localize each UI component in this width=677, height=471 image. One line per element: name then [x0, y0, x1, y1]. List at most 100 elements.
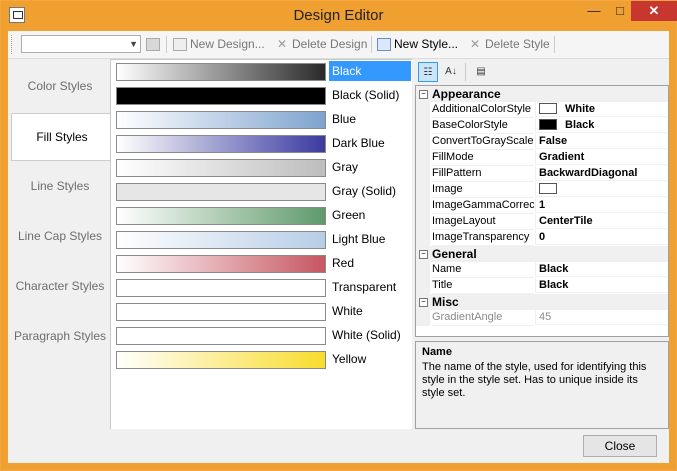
- close-window-button[interactable]: ✕: [631, 1, 677, 21]
- delete-design-button[interactable]: ✕ Delete Design: [275, 35, 367, 54]
- grid-margin: [416, 230, 430, 246]
- property-value[interactable]: Black: [535, 118, 668, 133]
- list-item[interactable]: White (Solid): [111, 324, 411, 348]
- fill-swatch: [116, 111, 326, 129]
- fill-styles-list[interactable]: Black Black (Solid) Blue Dark Blue Gray Gray …: [110, 59, 412, 431]
- new-design-button[interactable]: New Design...: [173, 35, 265, 54]
- property-value[interactable]: False: [535, 134, 668, 149]
- toolbar-separator: [465, 63, 466, 81]
- property-value[interactable]: Gradient: [535, 150, 668, 165]
- fill-style-name: Dark Blue: [332, 136, 385, 150]
- list-item[interactable]: Transparent: [111, 276, 411, 300]
- fill-swatch: [116, 327, 326, 345]
- alphabetical-view-button[interactable]: A↓: [441, 62, 461, 82]
- grid-property-row[interactable]: Image: [416, 182, 668, 198]
- title-bar[interactable]: Design Editor — □ ✕: [1, 1, 677, 31]
- grid-category[interactable]: − Appearance: [416, 86, 668, 102]
- description-panel: Name The name of the style, used for ide…: [415, 341, 669, 429]
- fill-swatch: [116, 231, 326, 249]
- clipboard-button[interactable]: [146, 35, 163, 54]
- collapse-icon[interactable]: −: [419, 298, 428, 307]
- property-name: Image: [432, 182, 534, 198]
- list-item[interactable]: Black (Solid): [111, 84, 411, 108]
- fill-style-name: Blue: [332, 112, 357, 126]
- property-value[interactable]: White: [535, 102, 668, 117]
- list-item[interactable]: Black: [111, 60, 411, 84]
- property-value-text: 1: [539, 199, 546, 211]
- grid-property-row[interactable]: ConvertToGrayScale False: [416, 134, 668, 150]
- grid-property-row[interactable]: FillMode Gradient: [416, 150, 668, 166]
- new-design-label: New Design...: [190, 37, 265, 51]
- list-item[interactable]: Gray: [111, 156, 411, 180]
- delete-icon: ✕: [276, 37, 288, 52]
- list-item[interactable]: Red: [111, 252, 411, 276]
- property-name: AdditionalColorStyle: [432, 102, 534, 118]
- property-value[interactable]: CenterTile: [535, 214, 668, 229]
- list-item[interactable]: Blue: [111, 108, 411, 132]
- grid-property-row[interactable]: BaseColorStyle Black: [416, 118, 668, 134]
- grid-property-row[interactable]: ImageTransparency 0: [416, 230, 668, 246]
- grid-property-row[interactable]: Title Black: [416, 278, 668, 294]
- property-value[interactable]: 45: [535, 310, 668, 325]
- grid-category[interactable]: − General: [416, 246, 668, 262]
- tab-line-cap-styles[interactable]: Line Cap Styles: [10, 213, 110, 259]
- property-value[interactable]: [535, 182, 668, 197]
- maximize-button[interactable]: □: [607, 1, 633, 21]
- toolbar-grip[interactable]: [11, 35, 15, 54]
- property-value-text: False: [539, 135, 568, 147]
- property-value[interactable]: 0: [535, 230, 668, 245]
- categorized-view-button[interactable]: ☷: [418, 62, 438, 82]
- property-value[interactable]: 1: [535, 198, 668, 213]
- property-value-text: Black: [539, 263, 569, 275]
- close-button[interactable]: Close: [583, 435, 657, 457]
- tab-character-styles[interactable]: Character Styles: [10, 263, 110, 309]
- list-item[interactable]: Light Blue: [111, 228, 411, 252]
- property-pages-button[interactable]: ▤: [471, 62, 491, 82]
- property-value-text: CenterTile: [539, 215, 593, 227]
- new-style-button[interactable]: New Style...: [377, 35, 458, 54]
- property-value[interactable]: Black: [535, 262, 668, 277]
- list-item[interactable]: Dark Blue: [111, 132, 411, 156]
- property-grid[interactable]: − Appearance AdditionalColorStyle White Base…: [415, 85, 669, 337]
- property-value-text: Black: [565, 119, 595, 131]
- grid-margin: [416, 214, 430, 230]
- grid-category[interactable]: − Misc: [416, 294, 668, 310]
- list-item[interactable]: White: [111, 300, 411, 324]
- property-name: ImageGammaCorrect: [432, 198, 534, 214]
- delete-style-button[interactable]: ✕ Delete Style: [468, 35, 550, 54]
- list-item[interactable]: Green: [111, 204, 411, 228]
- grid-category-label: Misc: [432, 295, 459, 309]
- collapse-icon[interactable]: −: [419, 250, 428, 259]
- fill-style-name: Gray: [332, 160, 359, 174]
- list-item[interactable]: Gray (Solid): [111, 180, 411, 204]
- grid-property-row[interactable]: Name Black: [416, 262, 668, 278]
- property-value[interactable]: Black: [535, 278, 668, 293]
- sort-az-icon: A↓: [445, 66, 457, 77]
- chevron-down-icon[interactable]: ▼: [129, 36, 138, 52]
- property-value-text: Black: [539, 279, 569, 291]
- tab-fill-styles[interactable]: Fill Styles: [11, 113, 112, 161]
- collapse-icon[interactable]: −: [419, 90, 428, 99]
- property-value-text: Gradient: [539, 151, 585, 163]
- tab-color-styles[interactable]: Color Styles: [10, 63, 110, 109]
- grid-property-row[interactable]: FillPattern BackwardDiagonal: [416, 166, 668, 182]
- fill-style-name: White: [332, 304, 363, 318]
- fill-style-name: Green: [332, 208, 366, 222]
- tab-line-styles[interactable]: Line Styles: [10, 163, 110, 209]
- property-name: BaseColorStyle: [432, 118, 534, 134]
- grid-property-row[interactable]: GradientAngle 45: [416, 310, 668, 326]
- list-item[interactable]: Yellow: [111, 348, 411, 372]
- minimize-button[interactable]: —: [581, 1, 607, 21]
- property-name: FillMode: [432, 150, 534, 166]
- grid-property-row[interactable]: AdditionalColorStyle White: [416, 102, 668, 118]
- property-value-text: 45: [539, 311, 552, 323]
- tab-paragraph-styles[interactable]: Paragraph Styles: [10, 313, 110, 359]
- color-swatch-icon: [539, 118, 557, 130]
- grid-property-row[interactable]: ImageLayout CenterTile: [416, 214, 668, 230]
- grid-category-label: Appearance: [432, 87, 501, 101]
- design-combo[interactable]: ▼: [21, 35, 141, 53]
- property-value[interactable]: BackwardDiagonal: [535, 166, 668, 181]
- grid-property-row[interactable]: ImageGammaCorrect 1: [416, 198, 668, 214]
- grid-margin: [416, 134, 430, 150]
- fill-swatch: [116, 159, 326, 177]
